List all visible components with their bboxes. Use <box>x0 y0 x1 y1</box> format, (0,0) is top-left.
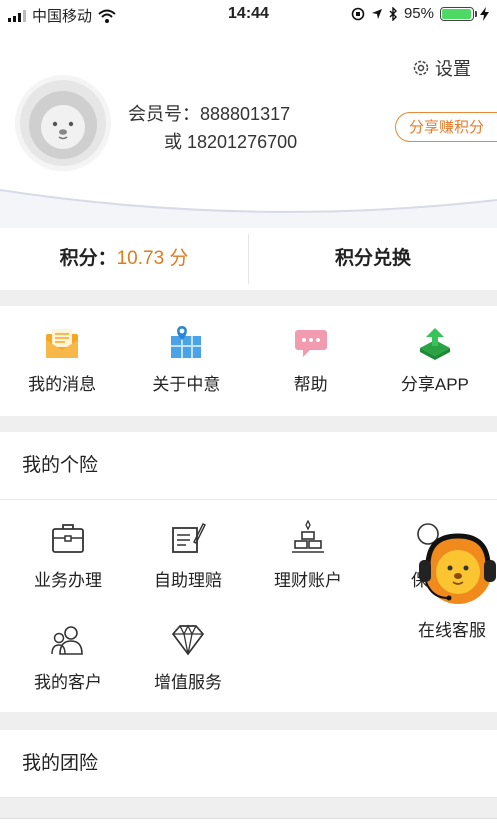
points-prefix: 积分： <box>59 248 117 269</box>
share-upload-icon <box>419 328 450 360</box>
section-title-group: 我的团险 <box>0 730 497 798</box>
battery-percent: 95% <box>403 5 434 22</box>
bluetooth-icon <box>389 6 397 21</box>
item-value-added[interactable]: 增值服务 <box>126 622 250 693</box>
member-number: 会员号：888801317 <box>128 104 291 124</box>
points-balance[interactable]: 积分：10.73 分 <box>0 228 248 290</box>
quick-action-label: 帮助 <box>293 375 328 394</box>
phone-number: 或 18201276700 <box>164 132 298 152</box>
battery-icon <box>440 6 477 21</box>
quick-action-help[interactable]: 帮助 <box>249 306 373 416</box>
item-label: 增值服务 <box>154 673 222 692</box>
orientation-lock-icon <box>351 7 365 20</box>
diamond-icon <box>171 624 205 656</box>
quick-action-messages[interactable]: 我的消息 <box>0 306 124 416</box>
lion-headset-icon <box>419 533 496 604</box>
status-right: 95% <box>351 5 489 22</box>
online-service-label: 在线客服 <box>418 621 486 640</box>
item-label: 业务办理 <box>34 571 102 590</box>
settings-label: 设置 <box>435 59 471 79</box>
status-bar: 中国移动 14:44 95% <box>0 0 497 28</box>
chat-bubble-icon <box>294 330 327 357</box>
briefcase-icon <box>52 524 84 553</box>
item-self-claim[interactable]: 自助理赔 <box>126 520 250 591</box>
quick-action-share-app[interactable]: 分享APP <box>373 306 497 416</box>
points-value: 10.73 分 <box>116 248 189 269</box>
customers-icon <box>51 626 83 655</box>
avatar[interactable] <box>20 80 106 166</box>
gear-icon <box>413 60 429 76</box>
quick-action-label: 分享APP <box>400 375 469 394</box>
quick-action-about[interactable]: 关于中意 <box>124 306 248 416</box>
item-label: 我的客户 <box>34 673 102 692</box>
tab-bar <box>0 818 497 834</box>
online-service-button[interactable]: 在线客服 <box>414 528 497 640</box>
points-exchange-button[interactable]: 积分兑换 <box>249 228 497 290</box>
item-label: 理财账户 <box>274 571 342 590</box>
quick-action-label: 关于中意 <box>152 375 221 394</box>
location-icon <box>371 8 382 19</box>
points-bar: 积分：10.73 分 积分兑换 <box>0 228 497 290</box>
gold-bars-icon <box>292 520 324 553</box>
charging-icon <box>480 6 489 21</box>
lion-avatar-icon <box>29 91 97 159</box>
map-pin-icon <box>171 326 202 358</box>
item-business[interactable]: 业务办理 <box>6 520 130 591</box>
form-pen-icon <box>172 523 206 553</box>
section-title-personal: 我的个险 <box>0 432 497 500</box>
settings-button[interactable]: 设置 <box>411 55 471 81</box>
item-label: 自助理赔 <box>154 571 222 590</box>
item-my-customers[interactable]: 我的客户 <box>6 622 130 693</box>
item-wealth-account[interactable]: 理财账户 <box>246 520 370 591</box>
profile-header: 设置 会员号：888801317 或 18201276700 分享赚积分 <box>0 28 497 228</box>
share-earn-points-button[interactable]: 分享赚积分 <box>395 112 497 142</box>
header-wave-decoration <box>0 189 497 228</box>
message-envelope-icon <box>46 329 79 358</box>
quick-action-label: 我的消息 <box>28 375 97 394</box>
quick-actions: 我的消息 关于中意 帮助 分享APP <box>0 306 497 416</box>
